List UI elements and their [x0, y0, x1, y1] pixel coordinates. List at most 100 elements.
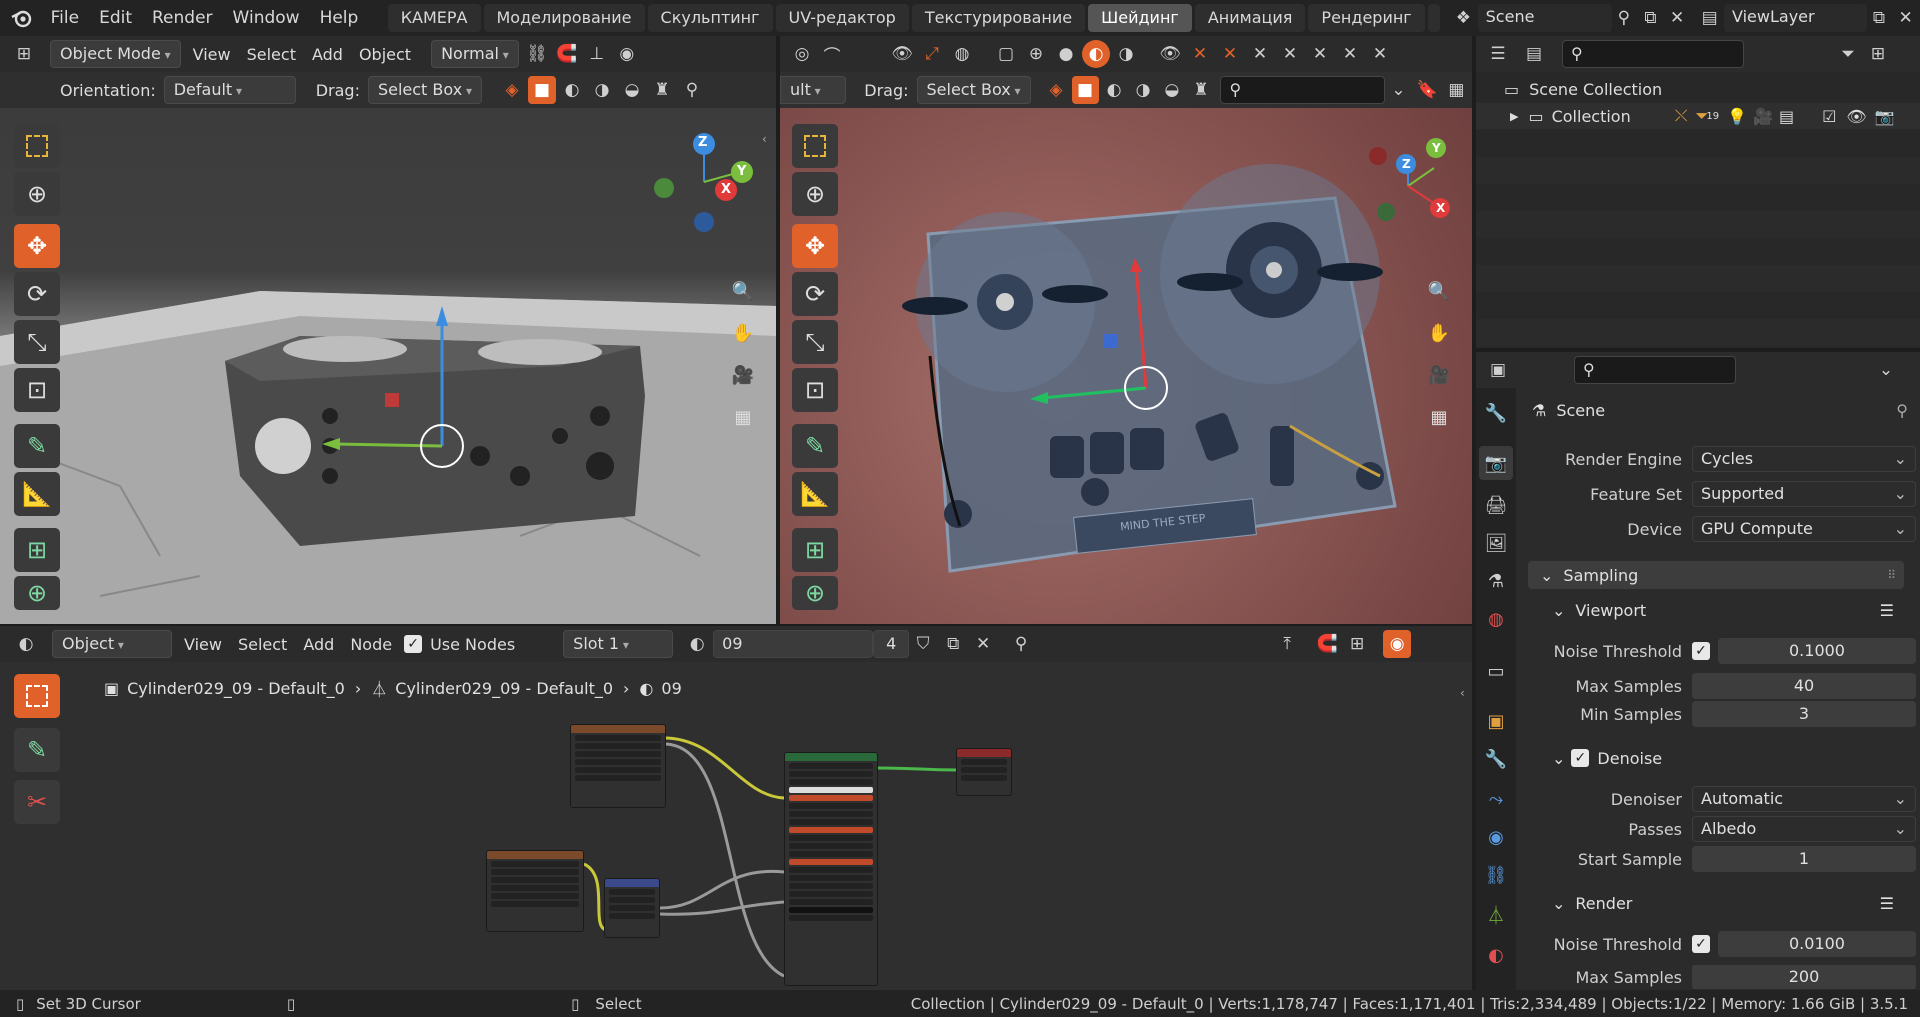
output-tab-icon[interactable]: 🖨 — [1479, 488, 1513, 522]
view-layer-tab-icon[interactable]: 🖼 — [1479, 526, 1513, 560]
rotate-tool-right[interactable]: ⟳ — [792, 272, 838, 316]
image-texture-node[interactable] — [570, 724, 666, 808]
filter-icon[interactable]: ⏷ — [1834, 40, 1862, 68]
start-sample-field[interactable]: 1 — [1692, 846, 1916, 872]
collection-tab-icon[interactable]: ▭ — [1479, 654, 1513, 688]
tab-shading[interactable]: Шейдинг — [1088, 4, 1192, 32]
viewport-menu-view[interactable]: View — [185, 45, 239, 64]
outliner-search-input[interactable]: ⚲ — [1562, 40, 1744, 68]
select-box-tool[interactable] — [14, 124, 60, 168]
viewport-menu-add[interactable]: Add — [304, 45, 351, 64]
restrict-icon-3[interactable]: ✕ — [1246, 40, 1274, 68]
vertex-snap-icon[interactable]: ◎ — [788, 40, 816, 68]
passes-dropdown[interactable]: Albedo — [1692, 816, 1916, 842]
collapse-arrow-icon[interactable]: ‹ — [762, 132, 767, 146]
render-presets-list-icon[interactable]: ☰ — [1880, 894, 1894, 913]
select-extend-icon-right[interactable]: ■ — [1071, 76, 1099, 104]
tab-rendering[interactable]: Рендеринг — [1308, 4, 1425, 32]
include-checkbox[interactable]: ☑ — [1822, 107, 1836, 126]
restrict-icon-6[interactable]: ✕ — [1336, 40, 1364, 68]
viewport-noise-threshold-field[interactable]: 0.1000 — [1718, 638, 1916, 664]
new-collection-icon[interactable]: ⊞ — [1864, 40, 1892, 68]
menu-file[interactable]: File — [41, 0, 89, 36]
viewport-min-samples-field[interactable]: 3 — [1692, 701, 1916, 727]
eye-icon[interactable]: 👁 — [1156, 40, 1184, 68]
tab-sculpting[interactable]: Скульптинг — [647, 4, 773, 32]
viewport-menu-select[interactable]: Select — [239, 45, 304, 64]
transform-tool[interactable]: ⊡ — [14, 368, 60, 412]
node-editor[interactable]: ◐ Object View Select Add Node ✓ Use Node… — [0, 626, 1472, 990]
bookmark-icon[interactable]: 🔖 — [1414, 76, 1441, 104]
scene-collection-row[interactable]: ▭ Scene Collection — [1504, 76, 1662, 102]
viewport-right[interactable]: MIND THE STEP ◎ ⌒ 👁 ⤢ ◍ ▢ ⊕ ● ◐ ◑ 👁 ✕ ✕ … — [780, 36, 1472, 624]
tab-overflow[interactable] — [1427, 4, 1441, 32]
snap-target-icon[interactable]: ⊥ — [583, 40, 611, 68]
restrict-icon-1[interactable]: ✕ — [1186, 40, 1214, 68]
viewport-subpanel-header[interactable]: ⌄ Viewport ☰ — [1540, 596, 1904, 624]
denoise-subpanel-header[interactable]: ⌄ ✓ Denoise — [1540, 744, 1904, 772]
visibility-icon[interactable]: 👁 — [888, 40, 916, 68]
scene-icon[interactable]: ❖ — [1451, 4, 1476, 32]
material-output-node[interactable] — [956, 748, 1012, 796]
display-mode-icon[interactable]: ▤ — [1520, 40, 1548, 68]
menu-help[interactable]: Help — [310, 0, 369, 36]
scene-tab-icon[interactable]: ⚗ — [1479, 564, 1513, 598]
render-engine-dropdown[interactable]: Cycles — [1692, 446, 1916, 472]
outliner[interactable]: ☰ ▤ ⚲ ⏷ ⊞ ▭ Scene Collection ▶ ▭ Collect… — [1476, 36, 1920, 348]
view-layer-icon[interactable]: ▤ — [1697, 4, 1722, 32]
select-subtract-icon-right[interactable]: ◐ — [1101, 76, 1128, 104]
xray-icon[interactable]: ▢ — [992, 40, 1020, 68]
restrict-icon-7[interactable]: ✕ — [1366, 40, 1394, 68]
collection-row[interactable]: ▶ ▭ Collection ⤬ ⏷ 19 💡 🎥 ▤ ☑ 👁 📷 — [1476, 103, 1920, 129]
restrict-icon-4[interactable]: ✕ — [1276, 40, 1304, 68]
annotate-tool-right[interactable]: ✎ — [792, 424, 838, 468]
transform-orientation-dropdown[interactable]: Normal — [431, 40, 519, 68]
tab-uv-editor[interactable]: UV-редактор — [775, 4, 909, 32]
normal-texture-node[interactable] — [486, 850, 584, 932]
add-cube-tool-right[interactable]: ⊞ — [792, 528, 838, 572]
new-scene-icon[interactable]: ⧉ — [1638, 4, 1663, 32]
drag-dropdown-right[interactable]: Select Box — [916, 76, 1031, 104]
properties-editor-icon[interactable]: ▣ — [1484, 356, 1512, 384]
shading-solid-icon[interactable]: ● — [1052, 40, 1080, 68]
view-layer-field[interactable]: ViewLayer — [1724, 4, 1867, 32]
falloff-icon[interactable]: ⌒ — [818, 40, 846, 68]
data-tab-icon[interactable]: ⏃ — [1479, 898, 1513, 932]
pin-icon[interactable]: ⚲ — [1612, 4, 1637, 32]
mode-dropdown[interactable]: Object Mode — [50, 40, 181, 68]
zoom-icon-right[interactable]: 🔍 — [1422, 274, 1456, 308]
pin-context-icon[interactable]: ⚲ — [1896, 401, 1908, 420]
add-object-tool[interactable]: ⊕ — [14, 576, 60, 610]
proportional-edit-icon[interactable]: ◉ — [613, 40, 641, 68]
visibility-eye-icon[interactable]: 👁 — [1846, 107, 1866, 126]
add-object-tool-right[interactable]: ⊕ — [792, 576, 838, 610]
feature-set-dropdown[interactable]: Supported — [1692, 481, 1916, 507]
select-invert-icon-right[interactable]: ◑ — [1130, 76, 1157, 104]
move-tool-right[interactable]: ✥ — [792, 224, 838, 268]
normal-map-node[interactable] — [604, 878, 660, 938]
tool-settings-icon-right[interactable]: ♜ — [1187, 76, 1214, 104]
material-tab-icon[interactable]: ◐ — [1479, 938, 1513, 972]
outliner-editor-icon[interactable]: ☰ — [1484, 40, 1512, 68]
render-max-samples-field[interactable]: 200 — [1692, 965, 1916, 989]
select-mode-invert-icon[interactable]: ◑ — [588, 76, 616, 104]
navigation-gizmo-right[interactable] — [1348, 128, 1458, 238]
pan-hand-icon-right[interactable]: ✋ — [1422, 316, 1456, 350]
editor-type-icon[interactable]: ⊞ — [10, 40, 38, 68]
select-mode-extend-icon[interactable]: ■ — [528, 76, 556, 104]
select-set-icon-right[interactable]: ◈ — [1043, 76, 1070, 104]
tab-camera[interactable]: КАМЕРА — [387, 4, 481, 32]
physics-tab-icon[interactable]: ◉ — [1479, 820, 1513, 854]
principled-bsdf-node[interactable] — [784, 752, 878, 986]
shading-rendered-icon[interactable]: ◑ — [1112, 40, 1140, 68]
select-box-tool-right[interactable] — [792, 124, 838, 168]
render-camera-icon[interactable]: 📷 — [1875, 107, 1895, 126]
orientation-dropdown[interactable]: Default — [163, 76, 296, 104]
render-noise-threshold-checkbox[interactable]: ✓ — [1692, 935, 1710, 953]
delete-view-layer-icon[interactable]: ✕ — [1893, 4, 1918, 32]
add-cube-tool[interactable]: ⊞ — [14, 528, 60, 572]
constraints-tab-icon[interactable]: ⛓ — [1479, 858, 1513, 892]
render-noise-threshold-field[interactable]: 0.0100 — [1718, 931, 1916, 957]
viewport-search-input[interactable]: ⚲ — [1220, 76, 1385, 104]
sampling-panel-header[interactable]: ⌄ Sampling ⠿ — [1528, 561, 1904, 589]
